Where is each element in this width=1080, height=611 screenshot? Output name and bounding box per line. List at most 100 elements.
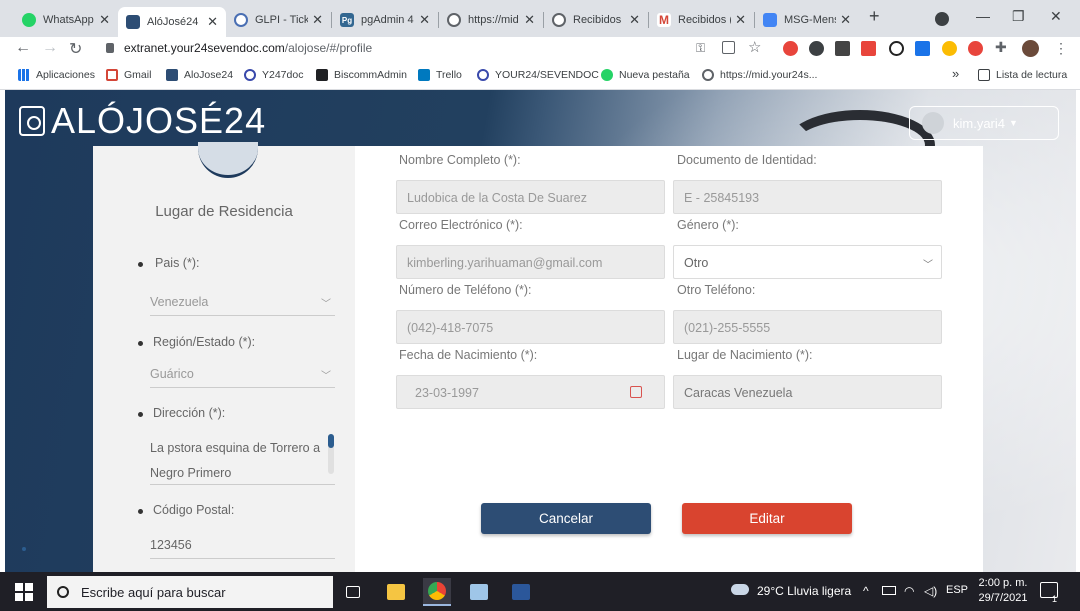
tab-msg[interactable]: MSG-Mensa ✕ — [755, 7, 859, 33]
postal-input[interactable]: 123456 — [150, 538, 335, 559]
word-icon[interactable] — [507, 578, 535, 606]
extension-icon[interactable] — [889, 41, 904, 56]
forward-icon[interactable]: → — [42, 39, 58, 57]
close-icon[interactable]: ✕ — [629, 12, 640, 28]
close-icon[interactable]: ✕ — [99, 12, 110, 28]
reload-icon[interactable]: ↻ — [69, 39, 82, 59]
address-scroll-thumb[interactable] — [328, 434, 334, 448]
birthplace-input[interactable]: Caracas Venezuela — [673, 375, 942, 409]
bookmark-biscommadmin[interactable]: BiscommAdmin — [316, 69, 407, 81]
close-icon[interactable]: ✕ — [419, 12, 430, 28]
extension-icon[interactable] — [783, 41, 798, 56]
postal-value: 123456 — [150, 538, 192, 552]
cloud-rain-icon — [731, 584, 749, 595]
extension-icon[interactable] — [968, 41, 983, 56]
puzzle-icon[interactable]: ✚ — [995, 39, 1007, 56]
bookmark-apps[interactable]: Aplicaciones — [18, 69, 95, 81]
minimize-icon[interactable]: — — [976, 8, 990, 24]
user-menu-button[interactable]: kim.yari4 ▼ — [909, 106, 1059, 140]
extension-icon[interactable] — [809, 41, 824, 56]
tab-alojose24[interactable]: AlóJosé24 ✕ — [118, 7, 226, 37]
chevron-up-icon[interactable]: ^ — [863, 584, 869, 598]
extension-icon[interactable] — [861, 41, 876, 56]
extension-icon[interactable] — [835, 41, 850, 56]
bookmark-star-icon[interactable]: ☆ — [748, 38, 761, 56]
tab-mid[interactable]: https://mid ✕ — [439, 7, 543, 33]
app-logo[interactable]: ALÓJOSÉ24 — [19, 100, 266, 142]
language-indicator[interactable]: ESP — [946, 584, 968, 596]
bookmark-mid-your24s[interactable]: https://mid.your24s... — [702, 69, 817, 81]
taskbar-search-input[interactable]: Escribe aquí para buscar — [47, 576, 333, 608]
extension-icon[interactable] — [915, 41, 930, 56]
extension-icon[interactable] — [942, 41, 957, 56]
close-icon[interactable]: ✕ — [735, 12, 746, 28]
key-icon[interactable]: ⚿ — [696, 41, 705, 56]
bookmark-nueva-pestana[interactable]: Nueva pestaña — [601, 69, 690, 81]
close-icon[interactable]: ✕ — [840, 12, 851, 28]
file-explorer-icon[interactable] — [382, 578, 410, 606]
close-icon[interactable]: ✕ — [524, 12, 535, 28]
other-phone-input[interactable]: (021)-255-5555 — [673, 310, 942, 344]
new-tab-button[interactable]: + — [869, 6, 880, 27]
docs-icon — [763, 13, 777, 27]
id-input[interactable]: E - 25845193 — [673, 180, 942, 214]
fullname-input[interactable]: Ludobica de la Costa De Suarez — [396, 180, 665, 214]
username: kim.yari4 — [953, 115, 1006, 131]
gender-select[interactable]: Otro ﹀ — [673, 245, 942, 279]
battery-icon[interactable] — [882, 586, 896, 595]
birthdate-value: 23-03-1997 — [415, 386, 479, 400]
chrome-icon[interactable] — [423, 578, 451, 606]
gmail-icon: M — [657, 13, 671, 27]
restore-icon[interactable]: ❐ — [1012, 8, 1025, 25]
angular-icon — [316, 69, 328, 81]
country-select[interactable]: Venezuela ﹀ — [150, 295, 335, 316]
region-select[interactable]: Guárico ﹀ — [150, 367, 335, 388]
globe-icon — [552, 13, 566, 27]
address-bar[interactable]: extranet.your24sevendoc.com/alojose/#/pr… — [124, 41, 372, 55]
address-value: La pstora esquina de Torrero a Negro Pri… — [150, 441, 321, 480]
profile-tab-search-icon[interactable] — [935, 12, 949, 26]
wifi-icon[interactable]: ◠ — [904, 584, 914, 598]
bookmark-gmail[interactable]: Gmail — [106, 69, 151, 81]
close-icon[interactable]: ✕ — [312, 12, 323, 28]
weather-text[interactable]: 29°C Lluvia ligera — [757, 584, 851, 598]
volume-icon[interactable]: ◁) — [924, 584, 937, 598]
bookmark-your24sevendoc[interactable]: YOUR24/SEVENDOC — [477, 69, 599, 81]
address-textarea[interactable]: La pstora esquina de Torrero a Negro Pri… — [150, 431, 335, 485]
calendar-icon[interactable] — [630, 386, 642, 398]
tab-recibidos-gmail[interactable]: M Recibidos ( ✕ — [649, 7, 754, 33]
tab-recibidos-1[interactable]: Recibidos ( ✕ — [544, 7, 648, 33]
notepad-icon[interactable] — [465, 578, 493, 606]
cancel-button[interactable]: Cancelar — [481, 503, 651, 534]
tab-whatsapp[interactable]: WhatsApp ✕ — [14, 7, 118, 33]
bookmark-label: YOUR24/SEVENDOC — [495, 69, 599, 81]
avatar[interactable] — [1022, 40, 1039, 57]
bookmark-label: BiscommAdmin — [334, 69, 407, 81]
bookmark-y247doc[interactable]: Y247doc — [244, 69, 303, 81]
notification-count: 1 — [1052, 594, 1058, 604]
tab-glpi[interactable]: GLPI - Ticke ✕ — [226, 7, 331, 33]
windows-start-icon[interactable] — [15, 583, 33, 601]
tab-pgadmin[interactable]: Pg pgAdmin 4 ✕ — [332, 7, 438, 33]
edit-button[interactable]: Editar — [682, 503, 852, 534]
phone-input[interactable]: (042)-418-7075 — [396, 310, 665, 344]
back-icon[interactable]: ← — [15, 39, 31, 57]
bookmark-label: AloJose24 — [184, 69, 234, 81]
close-icon[interactable]: ✕ — [207, 14, 218, 30]
translate-icon[interactable] — [722, 41, 735, 54]
bookmark-alojose24[interactable]: AloJose24 — [166, 69, 233, 81]
chevron-down-icon: ﹀ — [923, 260, 933, 271]
bookmark-trello[interactable]: Trello — [418, 69, 462, 81]
lock-icon — [106, 43, 114, 53]
taskbar-clock[interactable]: 2:00 p. m. 29/7/2021 — [975, 576, 1031, 606]
clock-date: 29/7/2021 — [978, 592, 1028, 604]
birthdate-input[interactable]: 23-03-1997 — [396, 375, 665, 409]
window-close-icon[interactable]: ✕ — [1050, 8, 1062, 25]
more-bookmarks-button[interactable]: » — [952, 66, 959, 81]
menu-dots-icon[interactable]: ⋮ — [1054, 40, 1068, 57]
bookmark-label: https://mid.your24s... — [720, 69, 818, 81]
email-input[interactable]: kimberling.yarihuaman@gmail.com — [396, 245, 665, 279]
birthdate-label: Fecha de Nacimiento (*): — [399, 348, 538, 362]
task-view-icon[interactable] — [339, 578, 367, 606]
reading-list-button[interactable]: Lista de lectura — [978, 69, 1067, 81]
